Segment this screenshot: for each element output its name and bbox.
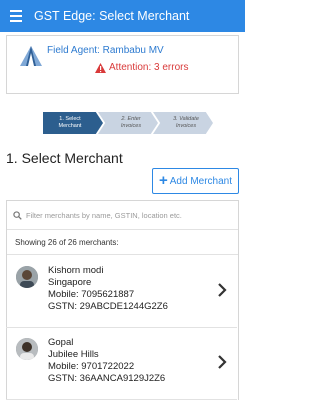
step-label-line1: 1. Select: [59, 116, 81, 122]
app-bar: GST Edge: Select Merchant: [0, 0, 245, 32]
company-logo-icon: [20, 46, 42, 66]
chevron-right-icon[interactable]: [217, 354, 227, 370]
merchant-location: Singapore: [48, 277, 92, 288]
search-input[interactable]: [26, 210, 231, 220]
merchant-mobile: Mobile: 9701722022: [48, 361, 135, 372]
attention-alert[interactable]: Attention: 3 errors: [95, 62, 188, 73]
step-validate-invoices[interactable]: 3. Validate Invoices: [153, 112, 213, 134]
step-label-line1: 3. Validate: [173, 116, 199, 122]
page-title: 1. Select Merchant: [6, 150, 123, 166]
step-label-line2: Merchant: [58, 123, 82, 129]
step-progress: 1. Select Merchant 2. Enter Invoices 3. …: [43, 112, 213, 134]
avatar: [16, 266, 38, 288]
add-merchant-label: Add Merchant: [169, 175, 233, 187]
search-bar: [7, 201, 238, 230]
merchant-gstn: GSTN: 36AANCA9129J2Z6: [48, 373, 166, 384]
step-enter-invoices[interactable]: 2. Enter Invoices: [98, 112, 158, 134]
step-select-merchant[interactable]: 1. Select Merchant: [43, 112, 103, 134]
merchant-name: Kishorn modi: [48, 265, 104, 276]
merchant-list-item[interactable]: Gopal Jubilee Hills Mobile: 9701722022 G…: [6, 330, 237, 400]
merchant-gstn: GSTN: 29ABCDE1244G2Z6: [48, 301, 168, 312]
field-agent-label: Field Agent: Rambabu MV: [47, 45, 164, 56]
merchant-name: Gopal: [48, 337, 74, 348]
avatar-photo-icon: [16, 338, 38, 360]
merchant-count: Showing 26 of 26 merchants:: [7, 230, 238, 255]
step-label-line2: Invoices: [120, 123, 142, 129]
step-label-line1: 2. Enter: [121, 116, 141, 122]
hamburger-menu-icon[interactable]: [0, 0, 30, 32]
avatar: [16, 338, 38, 360]
add-merchant-button[interactable]: + Add Merchant: [152, 168, 239, 194]
plus-icon: +: [158, 172, 168, 189]
merchant-location: Jubilee Hills: [48, 349, 99, 360]
avatar-photo-icon: [16, 266, 38, 288]
attention-text: Attention: 3 errors: [109, 62, 189, 73]
merchant-mobile: Mobile: 7095621887: [48, 289, 135, 300]
search-icon: [13, 210, 22, 220]
chevron-right-icon[interactable]: [217, 282, 227, 298]
agent-card: Field Agent: Rambabu MV Attention: 3 err…: [6, 35, 239, 94]
warning-triangle-icon: [95, 62, 106, 73]
merchant-details: Gopal Jubilee Hills Mobile: 9701722022 G…: [48, 337, 165, 385]
app-title: GST Edge: Select Merchant: [34, 9, 190, 23]
merchant-list-item[interactable]: Kishorn modi Singapore Mobile: 709562188…: [6, 258, 237, 328]
step-label-line2: Invoices: [175, 123, 197, 129]
merchant-details: Kishorn modi Singapore Mobile: 709562188…: [48, 265, 168, 313]
